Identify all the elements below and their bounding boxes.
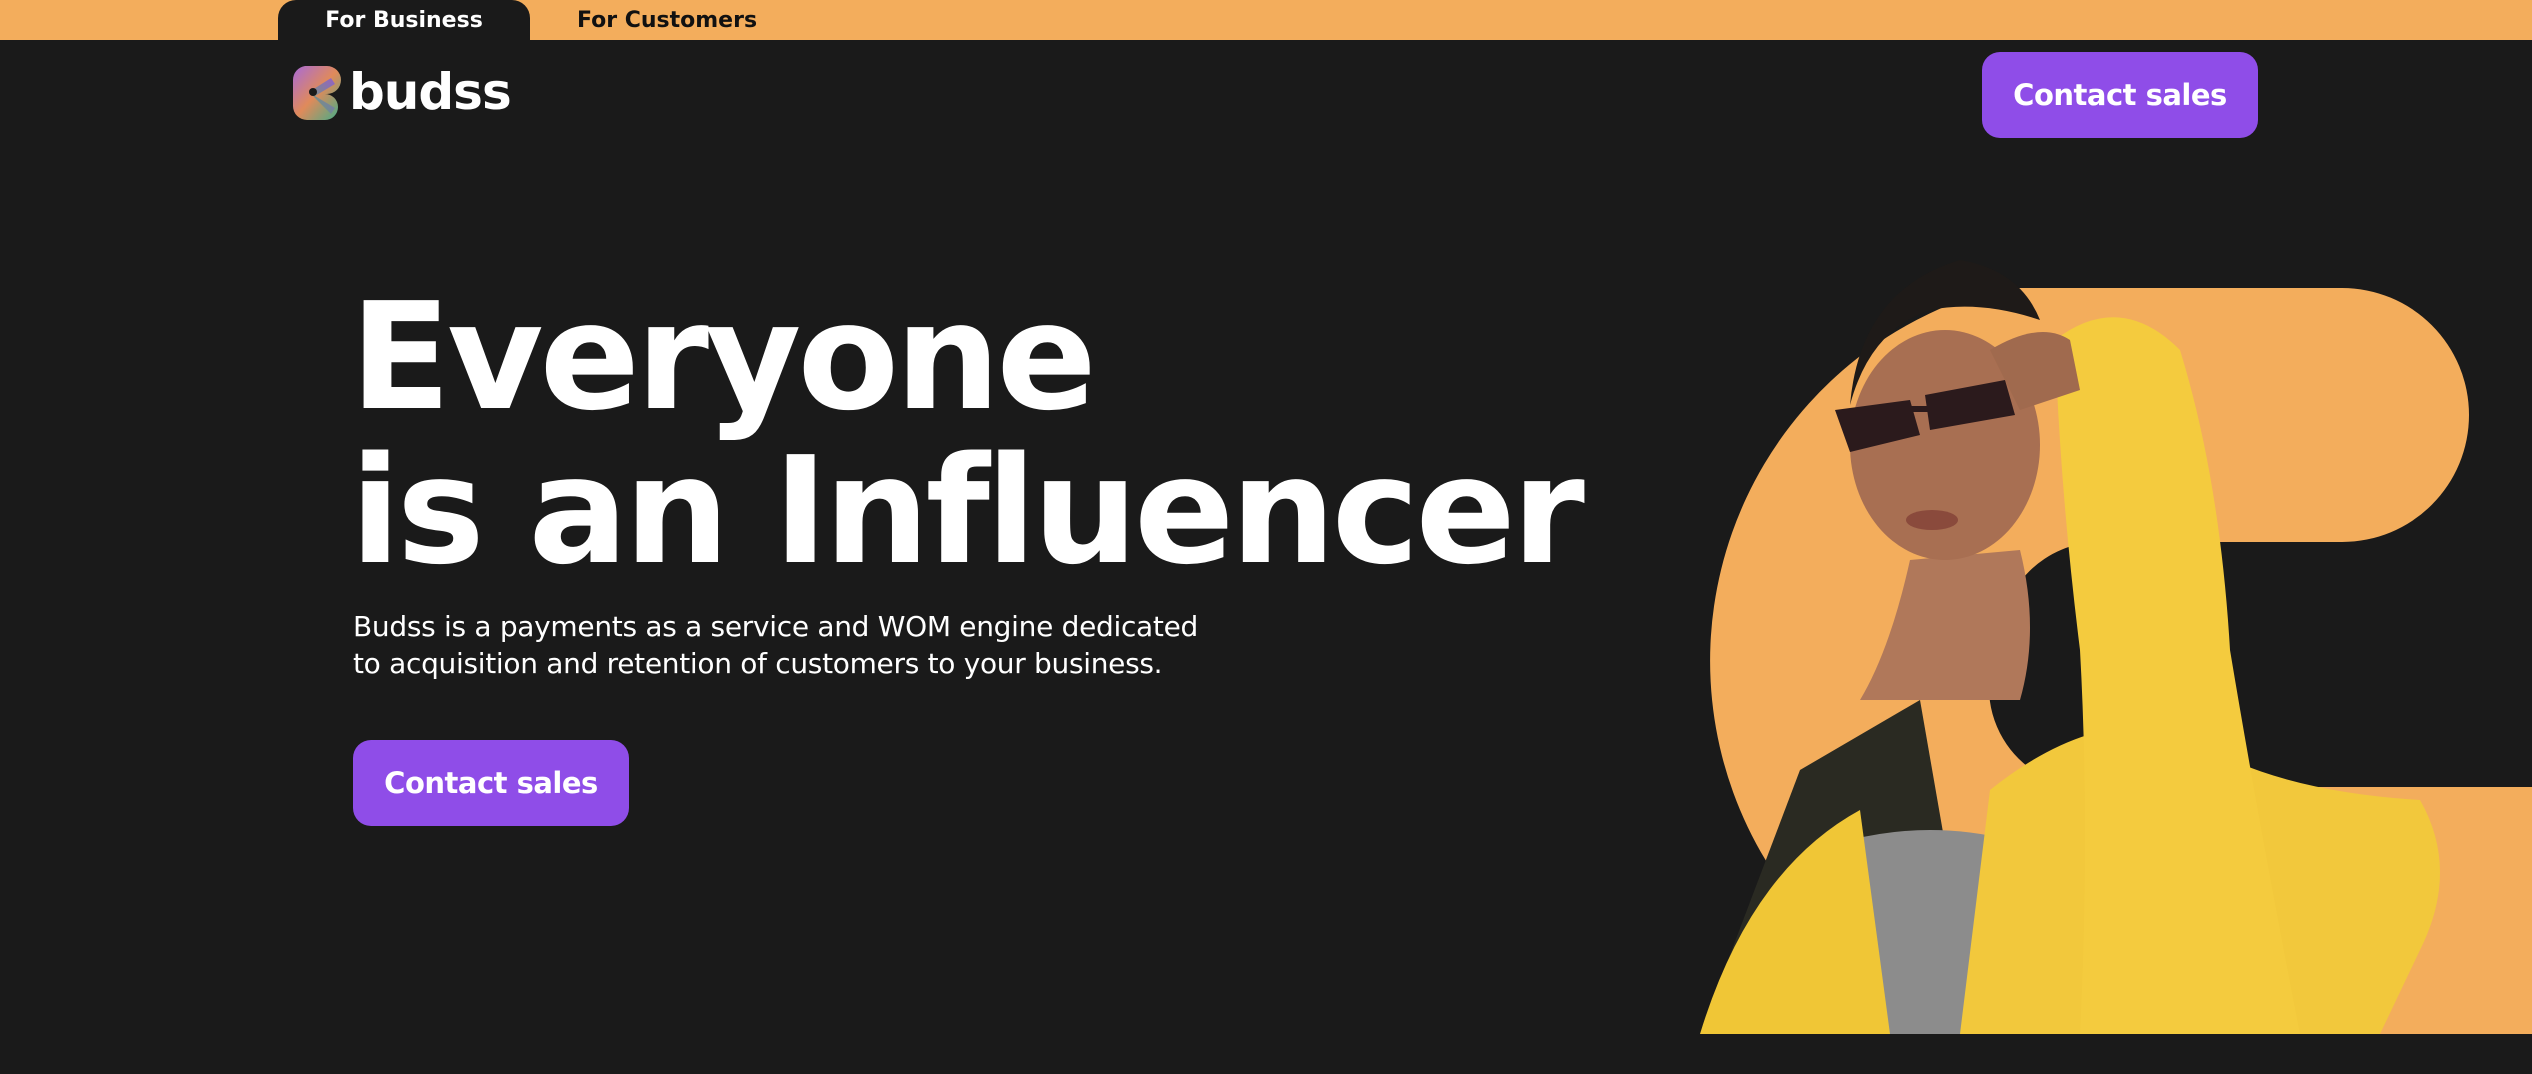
audience-switcher-bar: For Business For Customers	[0, 0, 2532, 40]
hero-contact-sales-button[interactable]: Contact sales	[353, 740, 629, 826]
hero-headline-line-2: is an Influencer	[350, 425, 1585, 597]
hero-description: Budss is a payments as a service and WOM…	[353, 608, 1253, 682]
hero-description-line-2: to acquisition and retention of customer…	[353, 647, 1163, 680]
budss-b-logo-icon	[292, 66, 341, 120]
logo-wordmark: budss	[349, 63, 512, 121]
tab-for-business[interactable]: For Business	[278, 0, 530, 40]
site-logo[interactable]: budss	[291, 62, 512, 122]
header-contact-sales-button[interactable]: Contact sales	[1982, 52, 2258, 138]
hero-headline-line-1: Everyone	[350, 271, 1097, 443]
tab-for-customers[interactable]: For Customers	[560, 0, 774, 40]
hero-headline: Everyone is an Influencer	[350, 271, 1585, 597]
hero-influencer-image	[1700, 260, 2532, 1034]
hero-description-line-1: Budss is a payments as a service and WOM…	[353, 610, 1198, 643]
